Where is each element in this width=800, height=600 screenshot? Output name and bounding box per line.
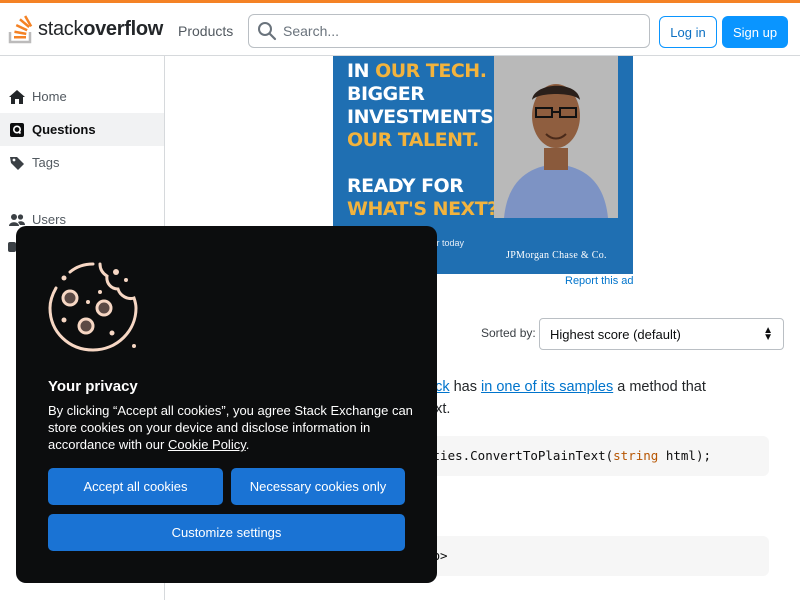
report-ad-link[interactable]: Report this ad bbox=[565, 275, 633, 287]
search-input[interactable] bbox=[283, 23, 623, 39]
sidebar-item-tags[interactable]: Tags bbox=[0, 146, 164, 179]
stackoverflow-logo[interactable]: stackoverflow bbox=[8, 12, 163, 46]
cookie-dialog-body: By clicking “Accept all cookies”, you ag… bbox=[48, 402, 413, 453]
ad-line-1: IN OUR TECH. bbox=[347, 60, 487, 82]
cookie-consent-dialog: Your privacy By clicking “Accept all coo… bbox=[16, 226, 437, 583]
ad-photo bbox=[494, 56, 618, 218]
code-keyword: string bbox=[613, 448, 659, 463]
cookie-body-end: . bbox=[245, 437, 250, 452]
accept-all-cookies-button[interactable]: Accept all cookies bbox=[48, 468, 223, 505]
top-bar: stackoverflow Products Log in Sign up bbox=[0, 0, 800, 56]
code-text: html); bbox=[658, 448, 711, 463]
sort-select[interactable]: Highest score (default) ▲ ▼ bbox=[539, 318, 784, 350]
sidebar-item-label: Home bbox=[32, 89, 67, 104]
answer-paragraph: ack has in one of its samples a method t… bbox=[427, 376, 787, 420]
briefcase-icon bbox=[8, 242, 16, 252]
logo-prefix: stack bbox=[38, 17, 84, 40]
code-block: ities.ConvertToPlainText(string html); bbox=[415, 436, 769, 476]
ad-line-4: OUR TALENT. bbox=[347, 129, 479, 151]
search-box[interactable] bbox=[248, 14, 650, 48]
answer-link-2[interactable]: in one of its samples bbox=[481, 379, 613, 395]
sidebar-item-label: Questions bbox=[32, 122, 96, 137]
select-caret-icon: ▲ ▼ bbox=[763, 325, 773, 343]
cookie-dialog-title: Your privacy bbox=[48, 378, 138, 395]
cookie-icon bbox=[48, 262, 138, 352]
sidebar-item-questions[interactable]: Questions bbox=[0, 113, 164, 146]
answer-text-2: a method that bbox=[613, 379, 706, 395]
questions-icon bbox=[8, 121, 26, 139]
signup-button[interactable]: Sign up bbox=[722, 16, 788, 48]
products-menu[interactable]: Products bbox=[168, 17, 243, 45]
sidebar-item-label: Users bbox=[32, 212, 66, 227]
sidebar-item-label: Tags bbox=[32, 155, 60, 170]
ad-line-5: READY FOR bbox=[347, 175, 464, 197]
ad-line-6: WHAT'S NEXT? bbox=[347, 198, 498, 220]
cookie-policy-link[interactable]: Cookie Policy bbox=[168, 437, 246, 452]
code-text: ities.ConvertToPlainText( bbox=[425, 448, 614, 463]
ad-brand: JPMorgan Chase & Co. bbox=[506, 250, 607, 261]
home-icon bbox=[8, 88, 26, 106]
sort-select-value: Highest score (default) bbox=[550, 326, 681, 342]
login-button[interactable]: Log in bbox=[659, 16, 717, 48]
tag-icon bbox=[8, 154, 26, 172]
answer-text-1: has bbox=[449, 379, 482, 395]
ad-line-2: BIGGER bbox=[347, 83, 425, 105]
necessary-cookies-only-button[interactable]: Necessary cookies only bbox=[231, 468, 405, 505]
sorted-by-label: Sorted by: bbox=[481, 326, 536, 340]
code-block: /b> bbox=[415, 536, 769, 576]
stackoverflow-logo-icon bbox=[8, 15, 33, 44]
customize-settings-button[interactable]: Customize settings bbox=[48, 514, 405, 551]
logo-text: stackoverflow bbox=[38, 18, 163, 41]
search-icon bbox=[258, 22, 277, 41]
sidebar-item-home[interactable]: Home bbox=[0, 80, 164, 113]
logo-suffix: overflow bbox=[83, 17, 164, 40]
